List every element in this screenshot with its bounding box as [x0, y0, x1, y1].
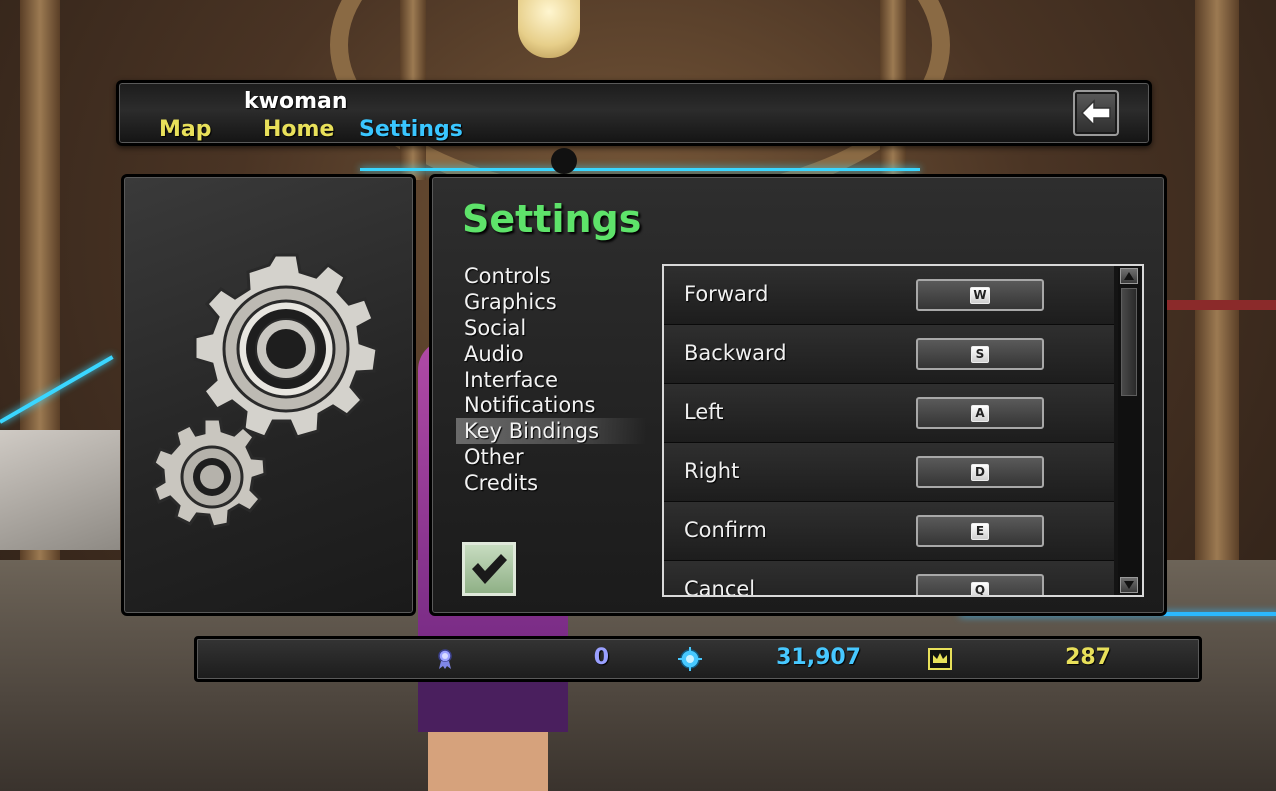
- binding-key-button[interactable]: A: [916, 397, 1044, 429]
- binding-action-label: Confirm: [684, 518, 767, 542]
- menu-item-interface[interactable]: Interface: [456, 367, 646, 393]
- binding-row: Right D: [664, 443, 1114, 502]
- key-cap: S: [971, 345, 989, 363]
- gears-icon: [152, 253, 379, 529]
- binding-row: Left A: [664, 384, 1114, 443]
- menu-item-graphics[interactable]: Graphics: [456, 289, 646, 315]
- settings-icon-panel: [121, 174, 416, 616]
- binding-action-label: Left: [684, 400, 724, 424]
- scroll-down-button[interactable]: [1120, 577, 1138, 593]
- key-cap: E: [971, 522, 989, 540]
- scroll-up-button[interactable]: [1120, 268, 1138, 284]
- nav-settings-link[interactable]: Settings: [359, 117, 463, 142]
- triangle-down-icon: [1124, 581, 1134, 589]
- key-cap: W: [970, 286, 990, 304]
- binding-key-button[interactable]: D: [916, 456, 1044, 488]
- key-cap: Q: [971, 581, 989, 595]
- divider-knob: [551, 148, 577, 174]
- binding-key-button[interactable]: S: [916, 338, 1044, 370]
- menu-item-controls[interactable]: Controls: [456, 263, 646, 289]
- binding-action-label: Cancel: [684, 577, 756, 597]
- menu-item-key-bindings[interactable]: Key Bindings: [456, 418, 646, 445]
- menu-item-other[interactable]: Other: [456, 444, 646, 470]
- gem-count: 31,907: [776, 645, 861, 670]
- currency-bar: 0 31,907 287: [194, 636, 1202, 682]
- character-legs: [428, 732, 548, 791]
- binding-action-label: Backward: [684, 341, 787, 365]
- binding-row: Forward W: [664, 266, 1114, 325]
- binding-action-label: Forward: [684, 282, 769, 306]
- key-cap: D: [971, 463, 989, 481]
- menu-item-social[interactable]: Social: [456, 315, 646, 341]
- confirm-button[interactable]: [462, 542, 516, 596]
- binding-action-label: Right: [684, 459, 740, 483]
- scroll-thumb[interactable]: [1121, 288, 1137, 396]
- settings-panel: Settings Controls Graphics Social Audio …: [429, 174, 1167, 616]
- settings-menu: Controls Graphics Social Audio Interface…: [456, 263, 646, 496]
- nav-home-link[interactable]: Home: [263, 117, 334, 142]
- bindings-scrollbar[interactable]: [1118, 268, 1140, 593]
- background-railing: [1150, 300, 1276, 310]
- back-button[interactable]: [1073, 90, 1119, 136]
- back-arrow-icon: [1080, 99, 1111, 127]
- triangle-up-icon: [1124, 272, 1134, 280]
- checkmark-icon: [472, 554, 507, 584]
- binding-row: Backward S: [664, 325, 1114, 384]
- menu-item-credits[interactable]: Credits: [456, 470, 646, 496]
- crown-count: 287: [1065, 645, 1111, 670]
- top-nav-bar: kwoman Map Home Settings: [116, 80, 1152, 146]
- binding-row: Cancel Q: [664, 561, 1114, 597]
- crown-icon: [928, 648, 952, 670]
- gear-gem-icon: [678, 647, 702, 671]
- binding-key-button[interactable]: E: [916, 515, 1044, 547]
- username: kwoman: [244, 89, 348, 114]
- binding-key-button[interactable]: W: [916, 279, 1044, 311]
- binding-row: Confirm E: [664, 502, 1114, 561]
- nav-map-link[interactable]: Map: [159, 117, 212, 142]
- ribbon-count: 0: [593, 645, 609, 670]
- page-title: Settings: [462, 197, 642, 241]
- neon-light: [360, 168, 920, 171]
- menu-item-audio[interactable]: Audio: [456, 341, 646, 367]
- key-bindings-list[interactable]: Forward W Backward S Left A Right D Conf…: [662, 264, 1144, 597]
- background-stair: [0, 430, 120, 550]
- ribbon-medal-icon: [438, 649, 452, 669]
- binding-key-button[interactable]: Q: [916, 574, 1044, 595]
- menu-item-notifications[interactable]: Notifications: [456, 392, 646, 418]
- key-cap: A: [971, 404, 989, 422]
- chandelier: [518, 0, 580, 58]
